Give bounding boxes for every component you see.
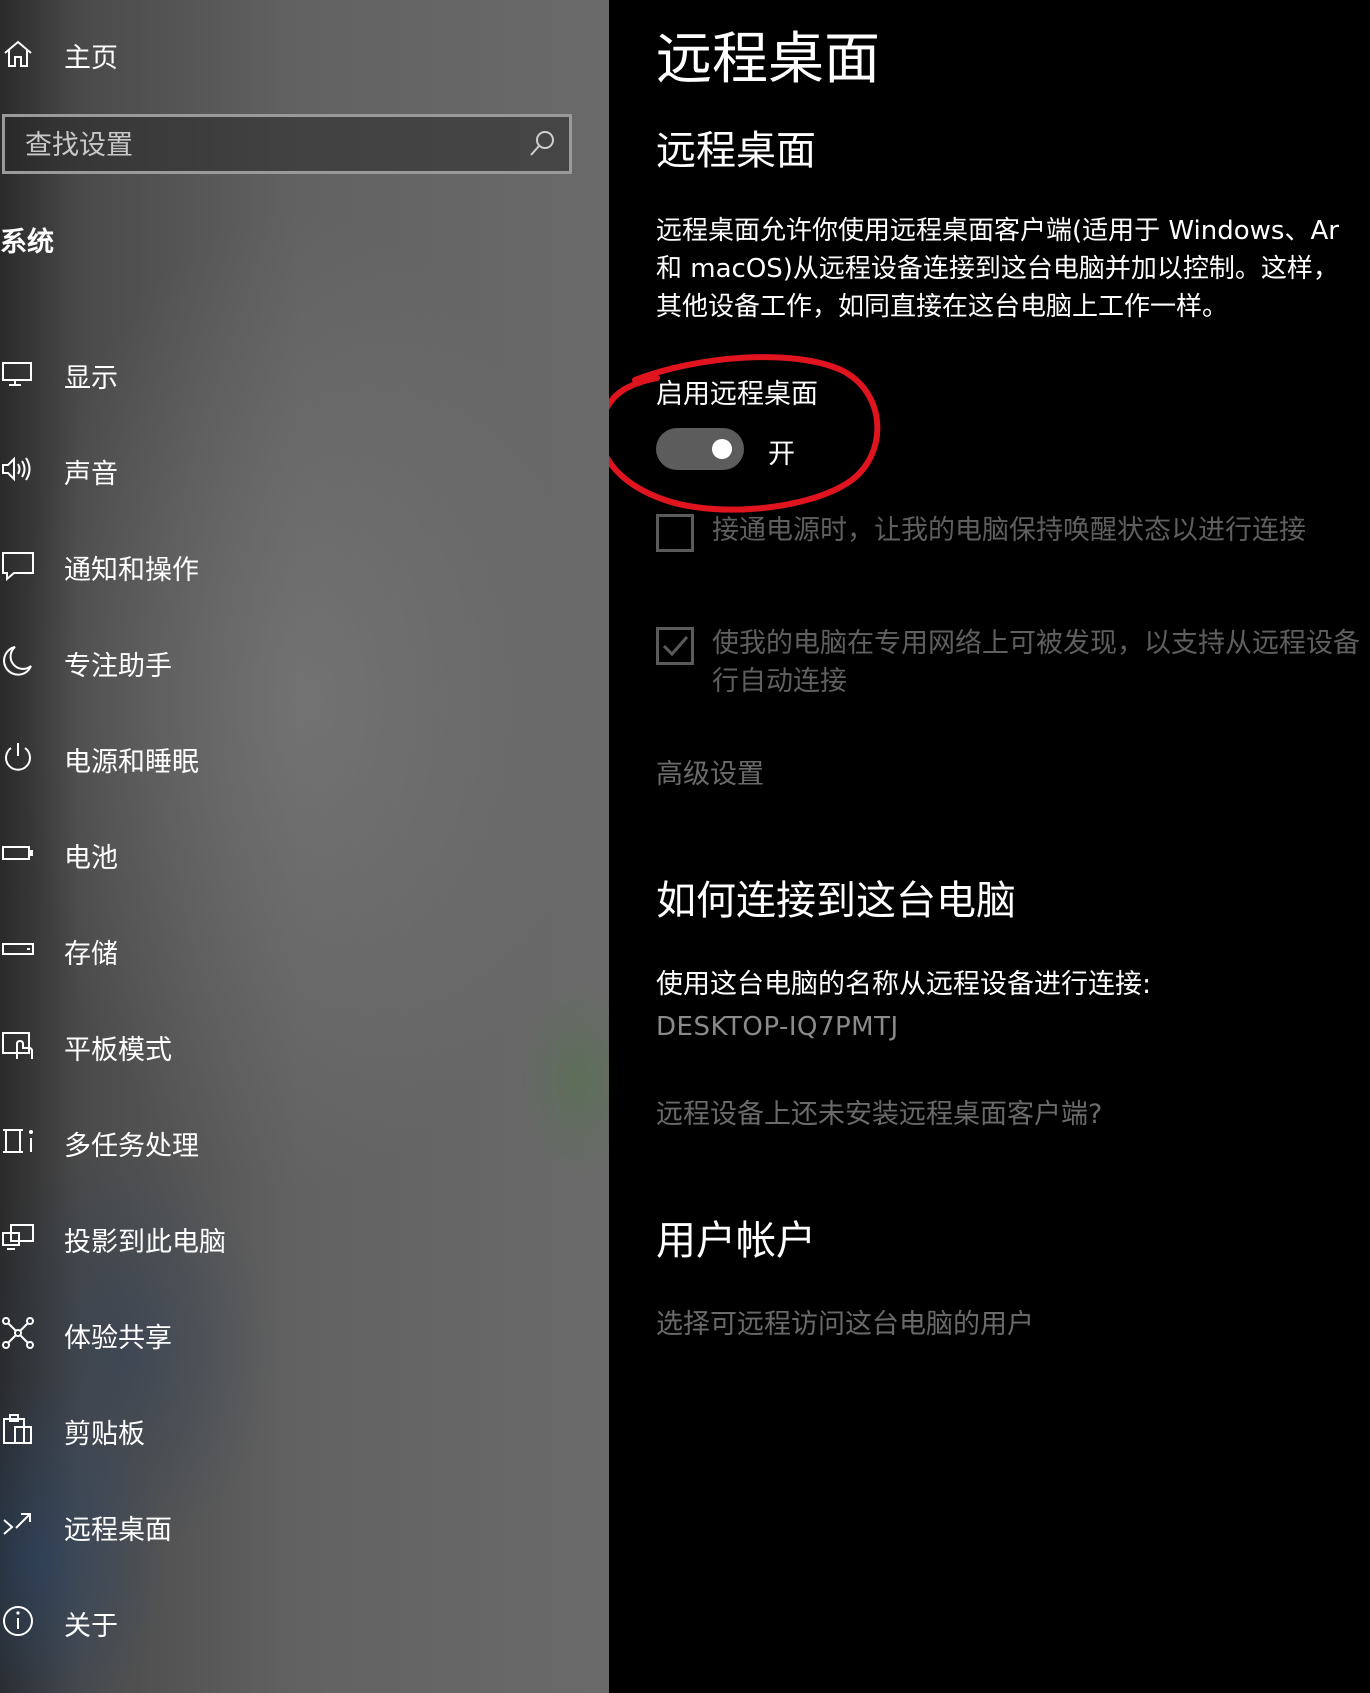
sidebar-item-label: 专注助手 [64, 651, 172, 682]
description-line: 其他设备工作，如同直接在这台电脑上工作一样。 [656, 292, 1229, 322]
sidebar-item-label: 关于 [64, 1611, 118, 1642]
settings-window: 主页 系统 显示 声音 [0, 0, 1370, 1693]
sidebar-item-label: 远程桌面 [64, 1515, 172, 1546]
sidebar-item-tablet-mode[interactable]: 平板模式 [0, 1010, 600, 1080]
clipboard-icon [0, 1411, 36, 1447]
section-title: 远程桌面 [656, 128, 816, 174]
project-icon [0, 1219, 36, 1255]
toggle-label: 启用远程桌面 [656, 379, 818, 410]
speaker-icon [0, 451, 36, 487]
search-icon[interactable] [527, 129, 557, 159]
discoverable-label: 使我的电脑在专用网络上可被发现，以支持从远程设备 行自动连接 [712, 625, 1360, 701]
sidebar-item-label: 剪贴板 [64, 1419, 145, 1450]
remote-desktop-icon [0, 1507, 36, 1543]
sidebar-item-remote-desktop[interactable]: 远程桌面 [0, 1490, 600, 1560]
description: 远程桌面允许你使用远程桌面客户端(适用于 Windows、Ar 和 macOS)… [656, 212, 1370, 326]
discoverable-checkbox[interactable] [656, 627, 694, 665]
home-icon [0, 36, 36, 72]
keep-awake-checkbox[interactable] [656, 514, 694, 552]
tablet-mode-icon [0, 1027, 36, 1063]
sidebar-item-label: 存储 [64, 939, 118, 970]
sidebar-item-battery[interactable]: 电池 [0, 818, 600, 888]
moon-icon [0, 643, 36, 679]
search-input[interactable] [23, 125, 507, 165]
info-icon [0, 1603, 36, 1639]
battery-icon [0, 835, 36, 871]
sidebar-item-display[interactable]: 显示 [0, 338, 600, 408]
user-accounts-title: 用户帐户 [656, 1218, 816, 1264]
sidebar-item-about[interactable]: 关于 [0, 1586, 600, 1656]
remote-desktop-toggle[interactable] [656, 428, 744, 470]
sidebar-item-label: 声音 [64, 459, 118, 490]
how-to-connect-text: 使用这台电脑的名称从远程设备进行连接: [656, 969, 1152, 1000]
sidebar-item-label: 显示 [64, 363, 118, 394]
page-title: 远程桌面 [656, 27, 880, 92]
select-users-link[interactable]: 选择可远程访问这台电脑的用户 [656, 1302, 1034, 1341]
advanced-settings-link[interactable]: 高级设置 [656, 752, 764, 791]
description-line: 远程桌面允许你使用远程桌面客户端(适用于 Windows、Ar [656, 216, 1339, 246]
main-content: 远程桌面 远程桌面 远程桌面允许你使用远程桌面客户端(适用于 Windows、A… [609, 0, 1370, 1693]
discoverable-label-line: 行自动连接 [712, 666, 847, 697]
sidebar-item-sound[interactable]: 声音 [0, 434, 600, 504]
sidebar-item-label: 体验共享 [64, 1323, 172, 1354]
sidebar-item-storage[interactable]: 存储 [0, 914, 600, 984]
sidebar-item-label: 平板模式 [64, 1035, 172, 1066]
toggle-state: 开 [768, 439, 795, 470]
how-to-connect-title: 如何连接到这台电脑 [656, 878, 1016, 924]
sidebar-item-label: 投影到此电脑 [64, 1227, 226, 1258]
sidebar-item-power-sleep[interactable]: 电源和睡眠 [0, 722, 600, 792]
sidebar-item-notifications[interactable]: 通知和操作 [0, 530, 600, 600]
notification-icon [0, 547, 36, 583]
sidebar-item-label: 多任务处理 [64, 1131, 199, 1162]
sidebar-item-label: 电源和睡眠 [64, 747, 199, 778]
sidebar-item-multitasking[interactable]: 多任务处理 [0, 1106, 600, 1176]
sidebar-item-label: 电池 [64, 843, 118, 874]
nav-home-label: 主页 [64, 43, 118, 74]
toggle-knob [712, 439, 732, 459]
search-box[interactable] [2, 114, 572, 174]
multitasking-icon [0, 1123, 36, 1159]
nav-home[interactable]: 主页 [0, 24, 600, 84]
pc-name: DESKTOP-IQ7PMTJ [656, 1012, 899, 1042]
sidebar: 主页 系统 显示 声音 [0, 0, 609, 1693]
checkmark-icon [662, 636, 689, 657]
discoverable-label-line: 使我的电脑在专用网络上可被发现，以支持从远程设备 [712, 628, 1360, 659]
storage-icon [0, 931, 36, 967]
sidebar-item-label: 通知和操作 [64, 555, 199, 586]
sidebar-item-shared-experiences[interactable]: 体验共享 [0, 1298, 600, 1368]
shared-experiences-icon [0, 1315, 36, 1351]
monitor-icon [0, 355, 36, 391]
section-label-system: 系统 [0, 227, 54, 258]
sidebar-item-project[interactable]: 投影到此电脑 [0, 1202, 600, 1272]
sidebar-item-clipboard[interactable]: 剪贴板 [0, 1394, 600, 1464]
no-client-link[interactable]: 远程设备上还未安装远程桌面客户端? [656, 1092, 1102, 1131]
power-icon [0, 739, 36, 775]
keep-awake-label: 接通电源时，让我的电脑保持唤醒状态以进行连接 [712, 515, 1306, 546]
sidebar-item-focus-assist[interactable]: 专注助手 [0, 626, 600, 696]
description-line: 和 macOS)从远程设备连接到这台电脑并加以控制。这样， [656, 254, 1339, 284]
